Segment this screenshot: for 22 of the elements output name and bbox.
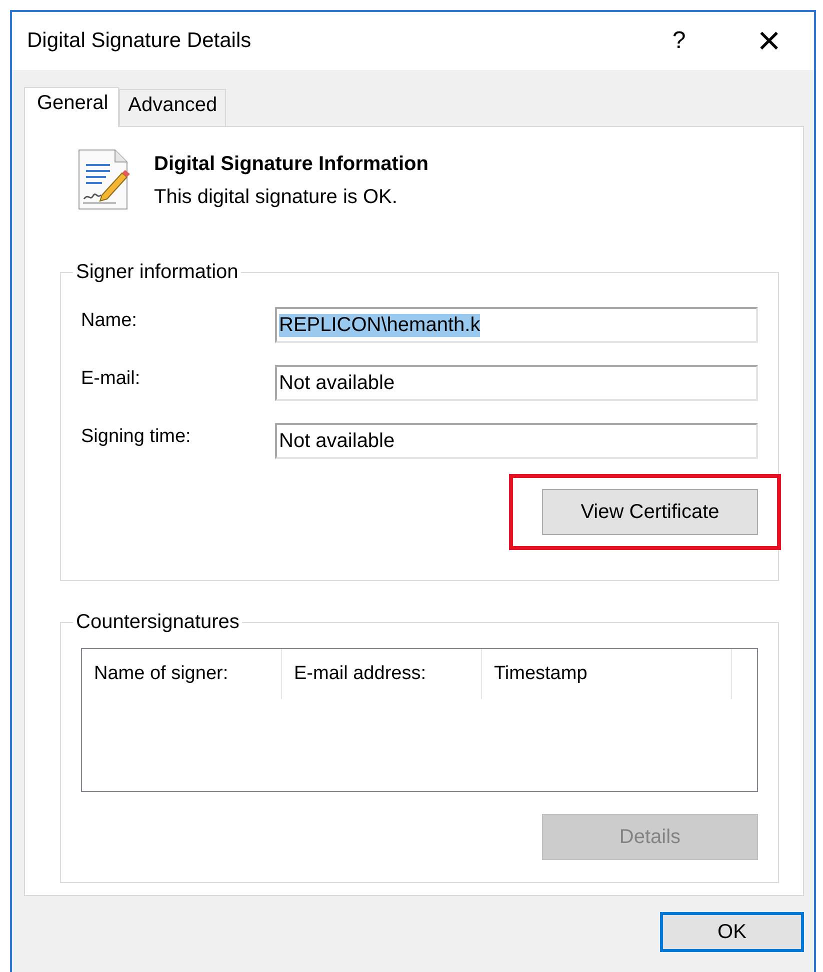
help-button[interactable]: ? [634,27,724,55]
column-header[interactable]: E-mail address: [282,649,482,699]
ok-button[interactable]: OK [660,912,804,952]
group-title: Countersignatures [75,611,240,634]
view-certificate-button[interactable]: View Certificate [542,489,758,535]
column-header[interactable]: Name of signer: [82,649,282,699]
status-text: This digital signature is OK. [154,186,398,209]
signed-document-icon [76,149,132,211]
header-title: Digital Signature Information [154,153,428,176]
close-button[interactable]: × [724,21,814,61]
window-title: Digital Signature Details [27,29,252,53]
text-field[interactable]: REPLICON\hemanth.k [275,307,758,343]
text-field[interactable]: Not available [275,365,758,401]
group-title: Signer information [75,261,240,284]
field-label: Signing time: [81,426,192,448]
tab[interactable]: Advanced [119,89,226,126]
countersignatures-list[interactable]: Name of signer: E-mail address: Timestamp [81,648,758,792]
column-header[interactable]: Timestamp [482,649,732,699]
field-label: E-mail: [81,368,142,390]
tab[interactable]: General [24,87,120,127]
text-field[interactable]: Not available [275,423,758,459]
field-label: Name: [81,310,138,332]
